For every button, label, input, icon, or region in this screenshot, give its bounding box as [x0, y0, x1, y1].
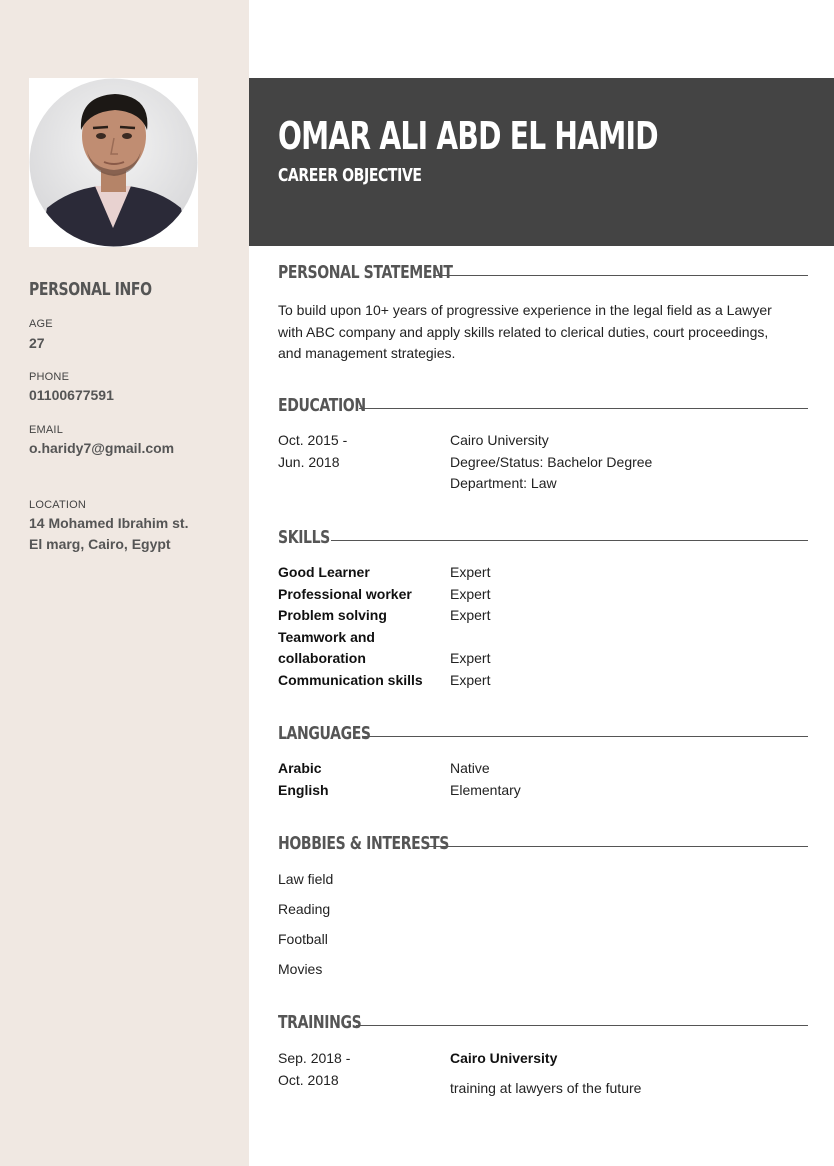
education-dates: Oct. 2015 - Jun. 2018 — [278, 430, 347, 473]
education-details: Cairo University Degree/Status: Bachelor… — [450, 430, 652, 495]
personal-info-heading: PERSONAL INFO — [29, 279, 152, 300]
skill-level: Expert — [450, 564, 491, 580]
statement-line: To build upon 10+ years of progressive e… — [278, 302, 772, 318]
skill-level: Expert — [450, 671, 491, 688]
statement-line: and management strategies. — [278, 345, 456, 361]
location-label: LOCATION — [29, 499, 87, 511]
career-objective-label: CAREER OBJECTIVE — [278, 165, 422, 186]
languages-title: LANGUAGES — [278, 723, 371, 744]
section-divider — [359, 408, 808, 409]
training-dates: Sep. 2018 - Oct. 2018 — [278, 1048, 350, 1091]
section-divider — [363, 736, 808, 737]
education-section: EDUCATION Oct. 2015 - Jun. 2018 Cairo Un… — [278, 395, 808, 505]
personal-statement-title: PERSONAL STATEMENT — [278, 262, 453, 283]
hobby-item: Reading — [278, 901, 331, 917]
language-level: Elementary — [450, 781, 521, 798]
section-divider — [331, 540, 808, 541]
phone-value: 01100677591 — [29, 387, 114, 403]
location-line-1: 14 Mohamed Ibrahim st. — [29, 515, 189, 531]
education-institution: Cairo University — [450, 432, 549, 448]
hobby-item: Law field — [278, 871, 334, 887]
language-level: Native — [450, 760, 490, 776]
section-divider — [356, 1025, 808, 1026]
age-label: AGE — [29, 318, 53, 330]
hobbies-section: HOBBIES & INTERESTS Law field Reading Fo… — [278, 833, 808, 983]
skills-title: SKILLS — [278, 527, 330, 548]
training-end: Oct. 2018 — [278, 1071, 339, 1088]
profile-photo — [29, 78, 198, 247]
hobby-item: Movies — [278, 961, 323, 977]
languages-section: LANGUAGES Arabic Native English Elementa… — [278, 723, 808, 813]
training-institution: Cairo University — [450, 1050, 558, 1066]
sidebar: PERSONAL INFO AGE 27 PHONE 01100677591 E… — [0, 0, 249, 1166]
age-value: 27 — [29, 335, 45, 351]
skills-section: SKILLS Good Learner Expert Professional … — [278, 527, 808, 697]
header-banner: OMAR ALI ABD EL HAMID CAREER OBJECTIVE — [249, 78, 834, 246]
training-description: training at lawyers of the future — [450, 1080, 642, 1096]
hobbies-title: HOBBIES & INTERESTS — [278, 833, 449, 854]
personal-statement-text: To build upon 10+ years of progressive e… — [278, 300, 772, 365]
skill-level: Expert — [450, 585, 491, 602]
education-degree: Degree/Status: Bachelor Degree — [450, 453, 653, 470]
email-label: EMAIL — [29, 424, 64, 436]
trainings-title: TRAININGS — [278, 1012, 362, 1033]
avatar — [29, 78, 198, 247]
education-title: EDUCATION — [278, 395, 366, 416]
hobby-item: Football — [278, 931, 328, 947]
candidate-name: OMAR ALI ABD EL HAMID — [278, 114, 659, 158]
personal-statement-section: PERSONAL STATEMENT To build upon 10+ yea… — [278, 262, 808, 372]
skill-level: Expert — [450, 650, 491, 666]
skill-name: collaboration — [278, 650, 366, 666]
skill-name: Good Learner — [278, 564, 370, 580]
skill-name: Professional worker — [278, 585, 412, 602]
skill-name: Problem solving — [278, 607, 387, 623]
skill-level: Expert — [450, 607, 491, 623]
trainings-section: TRAININGS Sep. 2018 - Oct. 2018 Cairo Un… — [278, 1012, 808, 1102]
email-value: o.haridy7@gmail.com — [29, 440, 175, 456]
phone-label: PHONE — [29, 371, 70, 383]
location-line-2: El marg, Cairo, Egypt — [29, 536, 171, 552]
education-start: Oct. 2015 - — [278, 432, 348, 448]
language-name: English — [278, 781, 329, 798]
section-divider — [427, 846, 808, 847]
statement-line: with ABC company and apply skills relate… — [278, 323, 769, 340]
education-end: Jun. 2018 — [278, 453, 340, 470]
section-divider — [433, 275, 808, 276]
skill-name: Teamwork and — [278, 628, 375, 645]
education-department: Department: Law — [450, 475, 557, 491]
training-start: Sep. 2018 - — [278, 1050, 351, 1066]
skill-name: Communication skills — [278, 671, 423, 688]
language-name: Arabic — [278, 760, 322, 776]
